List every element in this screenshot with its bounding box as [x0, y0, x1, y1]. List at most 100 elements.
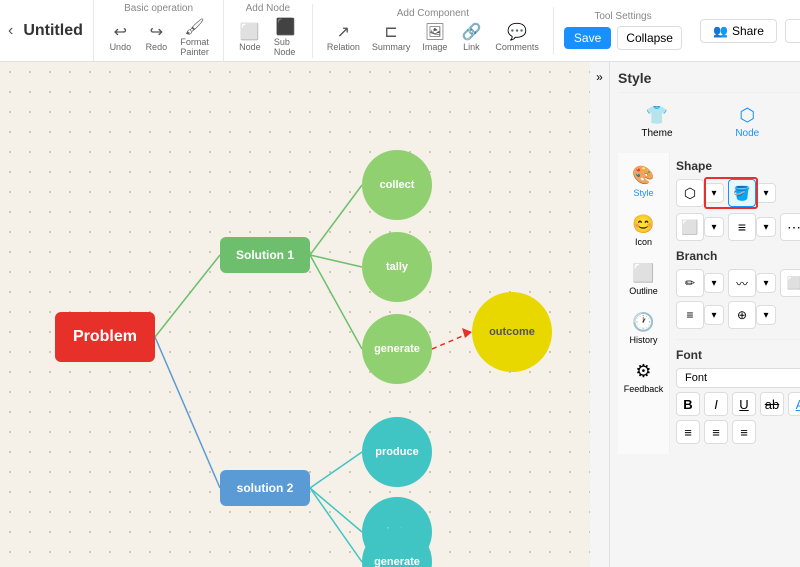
history-icon-item[interactable]: 🕐 History — [622, 308, 666, 349]
summary-icon: ⊏ — [384, 25, 397, 41]
color-dropdown[interactable]: ▾ — [756, 183, 776, 203]
style-icon: 🎨 — [632, 165, 654, 186]
produce-node[interactable]: produce — [362, 417, 432, 487]
basic-operation-label: Basic operation — [124, 3, 193, 14]
color-fill-button[interactable]: 🪣 — [728, 179, 756, 207]
branch-dd6[interactable]: ▾ — [756, 305, 776, 325]
font-row1: Font 字号 — [676, 368, 800, 388]
rect-shape-button[interactable]: ⬜ — [676, 213, 704, 241]
panel-content: Shape ⬡ ▾ 🪣 ▾ color — [670, 153, 800, 454]
side-panel: 🎨 Style 😊 Icon ⬜ Outline 🕐 History — [618, 153, 800, 454]
font-row2: B I U ab A — [676, 392, 800, 416]
generate1-node[interactable]: generate — [362, 314, 432, 384]
style-icon-item[interactable]: 🎨 Style — [622, 161, 666, 202]
add-node-section: Add Node ⬜ Node ⬛ Sub Node — [223, 0, 312, 63]
undo-button[interactable]: ↩ Undo — [104, 23, 136, 54]
relation-button[interactable]: ↗ Relation — [323, 23, 364, 54]
summary-button[interactable]: ⊏ Summary — [368, 23, 415, 54]
line-shape-button[interactable]: ≡ — [728, 213, 756, 241]
tally1-node[interactable]: tally — [362, 232, 432, 302]
collapse-icon: » — [596, 70, 603, 84]
image-button[interactable]: 🖼 Image — [418, 23, 451, 54]
italic-button[interactable]: I — [704, 392, 728, 416]
problem-node[interactable]: Problem — [55, 312, 155, 362]
branch-btn1[interactable]: ✏ — [676, 269, 704, 297]
fill-shape-button[interactable]: ⬡ — [676, 179, 704, 207]
branch-btn6[interactable]: ⊕ — [728, 301, 756, 329]
fill-dropdown[interactable]: ▾ — [704, 183, 724, 203]
align-center-button[interactable]: ≡ — [704, 420, 728, 444]
feedback-icon: ⚙ — [635, 361, 651, 382]
outline-icon-item[interactable]: ⬜ Outline — [622, 259, 666, 300]
branch-btn2[interactable]: 〰 — [728, 269, 756, 297]
node-tab-label: Node — [735, 128, 759, 139]
font-color-button[interactable]: A — [788, 392, 800, 416]
add-component-section: Add Component ↗ Relation ⊏ Summary 🖼 Ima… — [312, 4, 553, 58]
right-panel-wrapper: » Style 👕 Theme ⬡ Node ⊞ Structure — [590, 62, 800, 567]
produce-label: produce — [375, 446, 418, 458]
generate2-label: generate — [374, 556, 420, 567]
link-button[interactable]: 🔗 Link — [455, 23, 487, 54]
bold-button[interactable]: B — [676, 392, 700, 416]
theme-tab-icon: 👕 — [646, 105, 668, 126]
solution2-node[interactable]: solution 2 — [220, 470, 310, 506]
font-family-select[interactable]: Font — [676, 368, 800, 388]
branch-dd1[interactable]: ▾ — [704, 273, 724, 293]
undo-label: Undo — [110, 42, 132, 52]
panel-collapse-button[interactable]: » — [590, 62, 610, 567]
branch-section: Branch ✏ ▾ 〰 ▾ ⬜ ▾ ≡ ▾ ≡ — [676, 249, 800, 329]
collapse-button[interactable]: Collapse — [617, 26, 682, 50]
feedback-label: Feedback — [624, 384, 664, 394]
canvas[interactable]: Problem Solution 1 solution 2 collect ta… — [0, 62, 590, 567]
outcome-node[interactable]: outcome — [472, 292, 552, 372]
branch-section-title: Branch — [676, 249, 800, 263]
theme-tab[interactable]: 👕 Theme — [635, 101, 678, 143]
toolbar: ‹ Untitled Basic operation ↩ Undo ↪ Redo… — [0, 0, 800, 62]
relation-icon: ↗ — [337, 25, 350, 41]
solution1-node[interactable]: Solution 1 — [220, 237, 310, 273]
redo-button[interactable]: ↪ Redo — [140, 23, 172, 54]
line-dropdown[interactable]: ▾ — [756, 217, 776, 237]
save-button[interactable]: Save — [564, 27, 611, 49]
comments-button[interactable]: 💬 Comments — [491, 23, 543, 54]
redo-icon: ↪ — [150, 25, 163, 41]
tool-settings-section: Tool Settings Save Collapse — [553, 7, 692, 54]
side-icons: 🎨 Style 😊 Icon ⬜ Outline 🕐 History — [618, 153, 670, 454]
align-right-button[interactable]: ≡ — [732, 420, 756, 444]
align-left-button[interactable]: ≡ — [676, 420, 700, 444]
branch-row2: ≡ ▾ ⊕ ▾ — [676, 301, 800, 329]
font-section-title: Font — [676, 348, 800, 362]
collect-node[interactable]: collect — [362, 150, 432, 220]
solution1-label: Solution 1 — [236, 248, 294, 262]
feedback-icon-item[interactable]: ⚙ Feedback — [622, 357, 666, 398]
strikethrough-button[interactable]: ab — [760, 392, 784, 416]
branch-btn5[interactable]: ≡ — [676, 301, 704, 329]
branch-row1: ✏ ▾ 〰 ▾ ⬜ ▾ ≡ ▾ — [676, 269, 800, 297]
font-section: Font Font 字号 B I U — [676, 339, 800, 444]
format-painter-button[interactable]: 🖌 Format Painter — [176, 18, 213, 59]
outline-label: Outline — [629, 286, 658, 296]
sub-node-label: Sub Node — [274, 37, 298, 57]
add-node-label: Add Node — [246, 3, 290, 14]
basic-operation-section: Basic operation ↩ Undo ↪ Redo 🖌 Format P… — [93, 0, 223, 63]
icon-icon-item[interactable]: 😊 Icon — [622, 210, 666, 251]
branch-dd2[interactable]: ▾ — [756, 273, 776, 293]
branch-dd5[interactable]: ▾ — [704, 305, 724, 325]
summary-label: Summary — [372, 42, 411, 52]
node-icon: ⬜ — [240, 25, 260, 41]
sub-node-button[interactable]: ⬛ Sub Node — [270, 18, 302, 59]
style-label: Style — [633, 188, 653, 198]
branch-btn3[interactable]: ⬜ — [780, 269, 800, 297]
export-button[interactable]: 📁 Export — [785, 19, 800, 43]
comments-icon: 💬 — [507, 25, 527, 41]
panel-title: Style — [618, 70, 800, 93]
image-label: Image — [422, 42, 447, 52]
dash-shape-button[interactable]: ⋯ — [780, 213, 800, 241]
rect-dropdown[interactable]: ▾ — [704, 217, 724, 237]
tally1-label: tally — [386, 261, 408, 273]
shape-row: ⬡ ▾ 🪣 ▾ — [676, 179, 800, 207]
node-button[interactable]: ⬜ Node — [234, 23, 266, 54]
node-tab[interactable]: ⬡ Node — [729, 101, 765, 143]
underline-button[interactable]: U — [732, 392, 756, 416]
share-button[interactable]: 👥 Share — [700, 19, 777, 43]
